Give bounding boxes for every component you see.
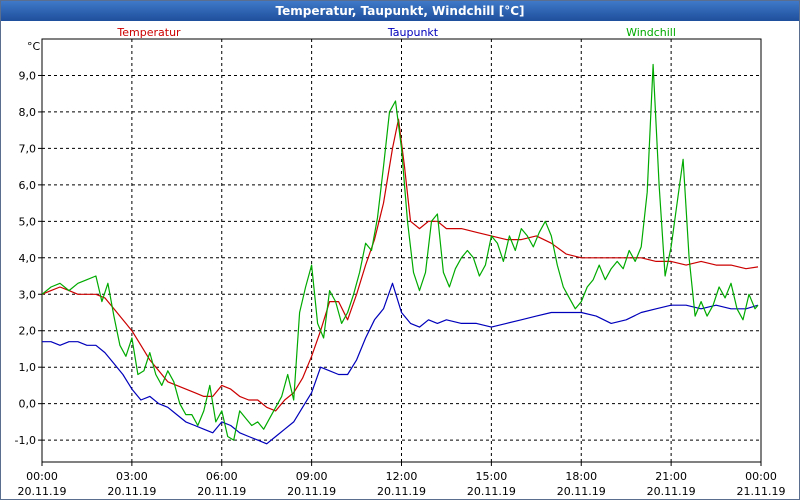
chart-canvas: -1,0 0,0 1,0 2,0 3,0 4,0 5,0 6,0 7,0 8,0 9,0 °C 00:0… [15,26,786,498]
y-tick-label: 0,0 [19,398,37,411]
y-tick-label: 5,0 [19,215,37,228]
x-tick-time: 12:00 [386,470,418,483]
x-tick-date: 21.11.19 [737,485,786,498]
y-tick-label: 4,0 [19,252,37,265]
y-tick-label: 7,0 [19,142,37,155]
x-tick-time: 00:00 [745,470,777,483]
x-tick-date: 20.11.19 [467,485,516,498]
x-tick-date: 20.11.19 [18,485,67,498]
x-tick-date: 20.11.19 [377,485,426,498]
legend-entry: Temperatur [116,26,181,39]
x-tick-time: 03:00 [116,470,148,483]
y-tick-label: 3,0 [19,288,37,301]
x-tick-date: 20.11.19 [197,485,246,498]
x-tick-date: 20.11.19 [107,485,156,498]
y-axis-label: °C [27,40,41,53]
y-tick-label: 6,0 [19,179,37,192]
legend-entry: Windchill [626,26,676,39]
y-tick-label: 8,0 [19,106,37,119]
x-tick-time: 06:00 [206,470,238,483]
x-tick-date: 20.11.19 [647,485,696,498]
y-tick-label: 1,0 [19,361,37,374]
y-tick-label: 9,0 [19,69,37,82]
x-tick-time: 09:00 [296,470,328,483]
chart-window: Temperatur, Taupunkt, Windchill [°C] -1,… [0,0,800,500]
x-tick-date: 20.11.19 [287,485,336,498]
y-tick-label: 2,0 [19,325,37,338]
x-tick-time: 15:00 [476,470,508,483]
x-tick-time: 21:00 [655,470,687,483]
legend-entry: Taupunkt [387,26,439,39]
y-tick-label: -1,0 [15,434,36,447]
x-tick-date: 20.11.19 [557,485,606,498]
x-tick-time: 18:00 [565,470,597,483]
x-tick-time: 00:00 [26,470,58,483]
